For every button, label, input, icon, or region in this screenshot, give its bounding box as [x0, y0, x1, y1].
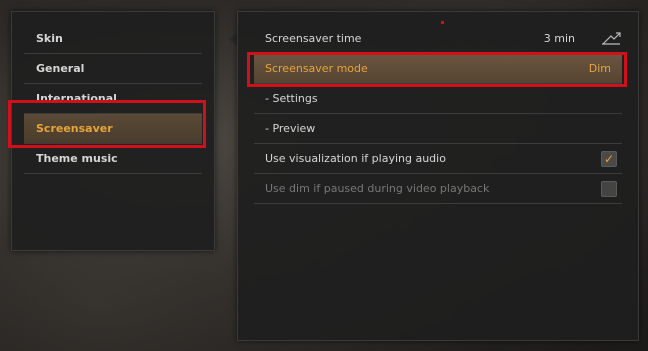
sidebar-item-label: Screensaver [36, 122, 113, 135]
screensaver-settings-link[interactable]: - Settings [254, 84, 622, 114]
sidebar-item-general[interactable]: General [24, 54, 202, 84]
screensaver-time-setting[interactable]: Screensaver time 3 min [254, 24, 622, 54]
sidebar-item-international[interactable]: International [24, 84, 202, 114]
sidebar-item-screensaver[interactable]: Screensaver [24, 114, 202, 144]
screensaver-preview-link[interactable]: - Preview [254, 114, 622, 144]
sidebar-item-label: Skin [36, 32, 63, 45]
indicator-dot [441, 21, 444, 24]
setting-value: 3 min [543, 32, 575, 45]
sidebar-item-label: International [36, 92, 117, 105]
setting-label: - Settings [265, 92, 318, 105]
use-visualization-toggle[interactable]: Use visualization if playing audio ✓ [254, 144, 622, 174]
use-dim-toggle: Use dim if paused during video playback [254, 174, 622, 204]
sidebar-item-skin[interactable]: Skin [24, 24, 202, 54]
setting-label: Screensaver time [265, 32, 362, 45]
unchecked-box-icon [601, 181, 617, 197]
checkmark-icon[interactable]: ✓ [601, 151, 617, 167]
sidebar-item-theme-music[interactable]: Theme music [24, 144, 202, 174]
setting-label: - Preview [265, 122, 316, 135]
category-sidebar: Skin General International Screensaver T… [11, 11, 215, 251]
spin-arrows-icon [602, 32, 621, 45]
setting-label: Use dim if paused during video playback [265, 182, 490, 195]
sidebar-item-label: Theme music [36, 152, 118, 165]
sidebar-item-label: General [36, 62, 85, 75]
settings-panel: Screensaver time 3 min Screensaver mode … [237, 11, 639, 341]
screensaver-mode-setting[interactable]: Screensaver mode Dim [254, 54, 622, 84]
setting-label: Use visualization if playing audio [265, 152, 446, 165]
setting-value: Dim [588, 62, 611, 75]
panel-pointer-arrow [229, 32, 237, 46]
setting-label: Screensaver mode [265, 62, 368, 75]
